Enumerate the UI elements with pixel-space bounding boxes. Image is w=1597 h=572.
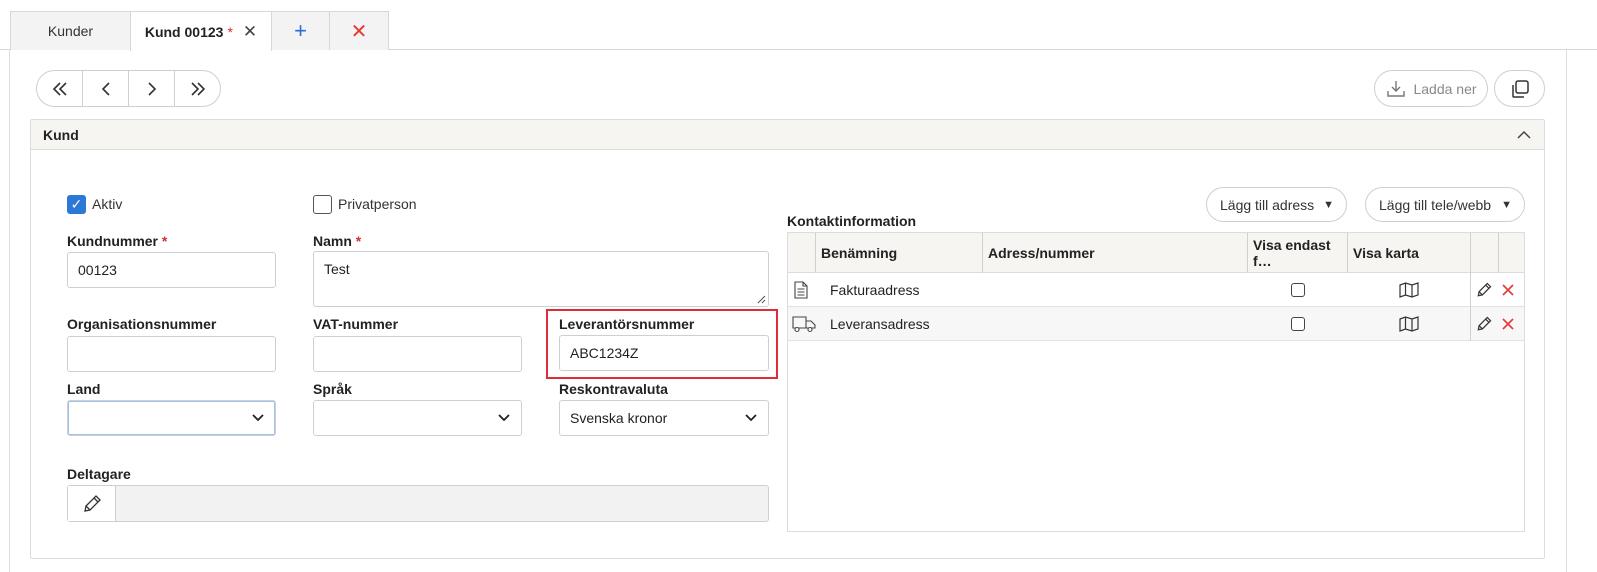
chevron-down-icon: [252, 414, 264, 422]
section-title: Kund: [43, 126, 79, 143]
pencil-icon: [83, 494, 101, 512]
caret-down-icon: ▼: [1501, 198, 1512, 211]
previous-record-button[interactable]: [83, 71, 129, 106]
tab-close-icon[interactable]: ✕: [243, 22, 257, 42]
first-record-button[interactable]: [37, 71, 83, 106]
private-person-checkbox[interactable]: [313, 195, 332, 214]
table-row[interactable]: Fakturaadress: [788, 273, 1524, 307]
record-navigation: [36, 70, 221, 107]
show-only-checkbox[interactable]: [1291, 273, 1305, 307]
add-address-label: Lägg till adress: [1220, 196, 1315, 213]
customer-number-input[interactable]: 00123: [67, 252, 276, 288]
supplier-number-input[interactable]: ABC1234Z: [559, 335, 769, 371]
next-record-button[interactable]: [129, 71, 175, 106]
currency-select[interactable]: Svenska kronor: [559, 400, 769, 436]
truck-icon: [792, 307, 816, 341]
currency-value: Svenska kronor: [570, 410, 668, 426]
download-icon: [1387, 80, 1406, 97]
participants-field: [67, 485, 769, 522]
tab-customers[interactable]: Kunder: [10, 11, 131, 50]
tab-customer-label: Kund 00123: [144, 23, 224, 40]
language-select[interactable]: [313, 400, 522, 436]
map-icon[interactable]: [1399, 273, 1419, 307]
row-name: Leveransadress: [830, 316, 930, 332]
plus-icon: +: [294, 18, 307, 43]
customer-number-value: 00123: [78, 262, 117, 278]
vat-number-label: VAT-nummer: [313, 316, 399, 332]
column-header-delete: [1498, 233, 1526, 273]
delete-x-icon[interactable]: [1501, 273, 1515, 307]
document-icon: [794, 273, 814, 307]
private-person-label: Privatperson: [338, 196, 417, 212]
caret-down-icon: ▼: [1323, 198, 1334, 211]
contact-grid: Benämning Adress/nummer Visa endast f… V…: [787, 232, 1525, 532]
section-header[interactable]: Kund: [31, 120, 1544, 150]
active-checkbox[interactable]: ✓: [67, 195, 86, 214]
edit-participants-button[interactable]: [68, 486, 116, 521]
country-label: Land: [67, 381, 101, 397]
chevron-down-icon: [498, 414, 510, 422]
country-select[interactable]: [67, 400, 276, 436]
column-header-show-only[interactable]: Visa endast f…: [1247, 233, 1347, 273]
double-chevron-right-icon: [190, 81, 205, 96]
map-icon[interactable]: [1399, 307, 1419, 341]
language-label: Språk: [313, 381, 352, 397]
table-row[interactable]: Leveransadress: [788, 307, 1524, 341]
new-tab-button[interactable]: +: [271, 11, 330, 50]
column-header-name[interactable]: Benämning: [815, 233, 982, 273]
tab-bar: Kunder Kund 00123 * ✕ + ✕: [0, 0, 1597, 51]
close-icon: ✕: [350, 20, 368, 43]
tab-customer-00123[interactable]: Kund 00123 * ✕: [130, 11, 272, 51]
download-label: Ladda ner: [1413, 80, 1477, 97]
add-phone-web-label: Lägg till tele/webb: [1379, 196, 1492, 213]
grid-header: Benämning Adress/nummer Visa endast f… V…: [788, 233, 1524, 273]
copy-button[interactable]: [1494, 70, 1545, 107]
chevron-right-icon: [147, 81, 156, 96]
name-label: Namn *: [313, 233, 362, 249]
edit-pencil-icon[interactable]: [1475, 273, 1493, 307]
chevron-left-icon: [101, 81, 110, 96]
contact-info-title: Kontaktinformation: [787, 213, 917, 229]
participants-label: Deltagare: [67, 466, 131, 482]
org-number-label: Organisationsnummer: [67, 316, 217, 332]
chevron-down-icon: [745, 414, 757, 422]
double-chevron-left-icon: [52, 81, 67, 96]
delete-x-icon[interactable]: [1501, 307, 1515, 341]
edit-pencil-icon[interactable]: [1475, 307, 1493, 341]
supplier-number-label: Leverantörsnummer: [559, 316, 695, 332]
unsaved-marker: *: [227, 23, 233, 40]
row-name: Fakturaadress: [830, 282, 920, 298]
last-record-button[interactable]: [175, 71, 220, 106]
name-value: Test: [324, 261, 350, 277]
copy-icon: [1511, 79, 1529, 98]
active-label: Aktiv: [92, 196, 123, 212]
chevron-up-icon[interactable]: [1516, 127, 1532, 143]
vat-number-input[interactable]: [313, 336, 522, 372]
resize-handle-icon[interactable]: [756, 294, 766, 304]
currency-label: Reskontravaluta: [559, 381, 668, 397]
close-all-tabs-button[interactable]: ✕: [329, 11, 389, 50]
tab-customers-label: Kunder: [47, 23, 94, 39]
customer-number-label: Kundnummer *: [67, 233, 168, 249]
name-input[interactable]: Test: [313, 251, 769, 307]
column-header-address[interactable]: Adress/nummer: [982, 233, 1247, 273]
supplier-number-value: ABC1234Z: [570, 345, 639, 361]
add-address-button[interactable]: Lägg till adress ▼: [1206, 187, 1347, 222]
org-number-input[interactable]: [67, 336, 276, 372]
column-header-edit: [1470, 233, 1498, 273]
show-only-checkbox[interactable]: [1291, 307, 1305, 341]
column-header-show-map[interactable]: Visa karta: [1347, 233, 1470, 273]
download-button[interactable]: Ladda ner: [1374, 70, 1488, 107]
add-phone-web-button[interactable]: Lägg till tele/webb ▼: [1365, 187, 1525, 222]
